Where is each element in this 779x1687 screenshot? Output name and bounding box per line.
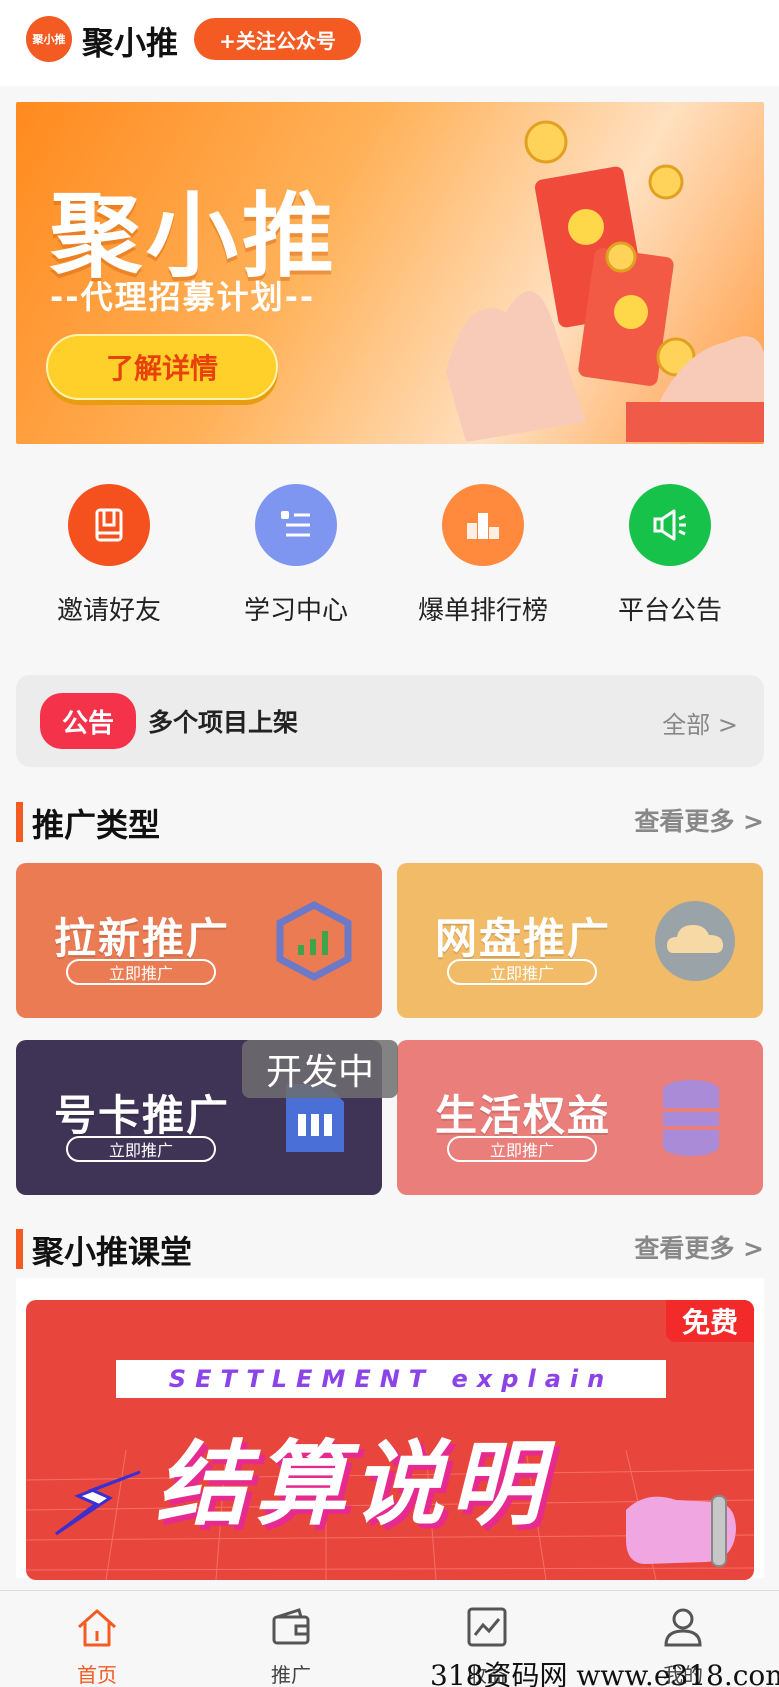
ranking-icon xyxy=(442,484,524,566)
wallet-icon xyxy=(272,1608,310,1645)
notice-text: 多个项目上架 xyxy=(148,708,299,737)
database-icon xyxy=(663,1080,719,1156)
follow-official-account-button[interactable]: +关注公众号 xyxy=(194,18,361,60)
chart-icon xyxy=(467,1607,507,1647)
hexagon-chart-icon xyxy=(276,901,352,981)
course-english-title: SETTLEMENT explain xyxy=(116,1360,666,1398)
book-icon xyxy=(68,484,150,566)
section-accent-bar xyxy=(16,802,23,842)
section-title: 推广类型 xyxy=(32,806,161,844)
speaker-icon xyxy=(629,484,711,566)
promo-card-title: 号卡推广 xyxy=(54,1091,231,1140)
home-icon xyxy=(78,1609,116,1647)
promo-now-button[interactable]: 立即推广 xyxy=(447,1136,597,1162)
quick-nav-label: 邀请好友 xyxy=(56,596,161,626)
top-header: 聚小推 聚小推 +关注公众号 xyxy=(0,0,779,86)
tab-label: 首页 xyxy=(77,1663,117,1687)
quick-nav-ranking[interactable]: 爆单排行榜 xyxy=(390,484,576,627)
promo-section-header: 推广类型 查看更多 > xyxy=(16,798,764,844)
promo-banner[interactable]: 聚小推 --代理招募计划-- 了解详情 xyxy=(16,102,764,444)
site-watermark: 318资码网 www.e318.com xyxy=(430,1659,779,1687)
course-card-settlement[interactable]: SETTLEMENT explain 结算说明 免费 xyxy=(26,1300,754,1580)
app-title: 聚小推 xyxy=(82,24,179,62)
notice-view-all-link[interactable]: 全部 > xyxy=(662,705,738,740)
promo-now-button[interactable]: 立即推广 xyxy=(447,959,597,985)
promo-card-life-benefits[interactable]: 生活权益 立即推广 xyxy=(397,1040,763,1195)
section-title: 聚小推课堂 xyxy=(32,1233,193,1271)
banner-subtitle: --代理招募计划-- xyxy=(50,278,316,316)
promo-card-title: 拉新推广 xyxy=(54,914,231,963)
promo-now-button[interactable]: 立即推广 xyxy=(66,1136,216,1162)
cloud-icon xyxy=(655,901,735,981)
red-envelope-hands-illustration xyxy=(446,120,764,442)
list-icon xyxy=(255,484,337,566)
promo-card-title: 生活权益 xyxy=(435,1091,612,1140)
quick-nav-label: 学习中心 xyxy=(243,596,348,626)
promo-card-title: 网盘推广 xyxy=(435,914,612,963)
free-badge: 免费 xyxy=(666,1300,754,1342)
quick-nav-label: 平台公告 xyxy=(617,596,722,626)
promo-view-more-link[interactable]: 查看更多 > xyxy=(634,802,764,838)
quick-nav-announcements[interactable]: 平台公告 xyxy=(577,484,763,627)
course-view-more-link[interactable]: 查看更多 > xyxy=(634,1229,764,1265)
quick-nav-learning-center[interactable]: 学习中心 xyxy=(203,484,389,627)
quick-nav-label: 爆单排行榜 xyxy=(417,596,548,626)
notice-bar[interactable]: 公告 多个项目上架 全部 > xyxy=(16,675,764,767)
tab-label: 推广 xyxy=(271,1663,311,1687)
course-section-header: 聚小推课堂 查看更多 > xyxy=(16,1225,764,1271)
section-accent-bar xyxy=(16,1229,23,1269)
app-logo: 聚小推 xyxy=(26,16,72,62)
learn-more-button[interactable]: 了解详情 xyxy=(46,334,278,400)
tab-home[interactable]: 首页 xyxy=(37,1605,157,1687)
quick-nav-invite-friends[interactable]: 邀请好友 xyxy=(16,484,202,627)
course-list: SETTLEMENT explain 结算说明 免费 xyxy=(16,1278,764,1580)
hand-illustration xyxy=(626,1495,736,1567)
promo-now-button[interactable]: 立即推广 xyxy=(66,959,216,985)
promo-card-cloud-drive[interactable]: 网盘推广 立即推广 xyxy=(397,863,763,1018)
lightning-icon xyxy=(55,1470,141,1536)
in-development-tag: 开发中 xyxy=(242,1040,398,1098)
tab-promote[interactable]: 推广 xyxy=(231,1605,351,1687)
course-chinese-title: 结算说明 xyxy=(156,1431,549,1538)
notice-badge: 公告 xyxy=(40,693,136,749)
user-icon xyxy=(664,1608,702,1647)
quick-nav: 邀请好友 学习中心 爆单排行榜 平台公告 xyxy=(16,460,764,650)
promo-card-new-user[interactable]: 拉新推广 立即推广 xyxy=(16,863,382,1018)
